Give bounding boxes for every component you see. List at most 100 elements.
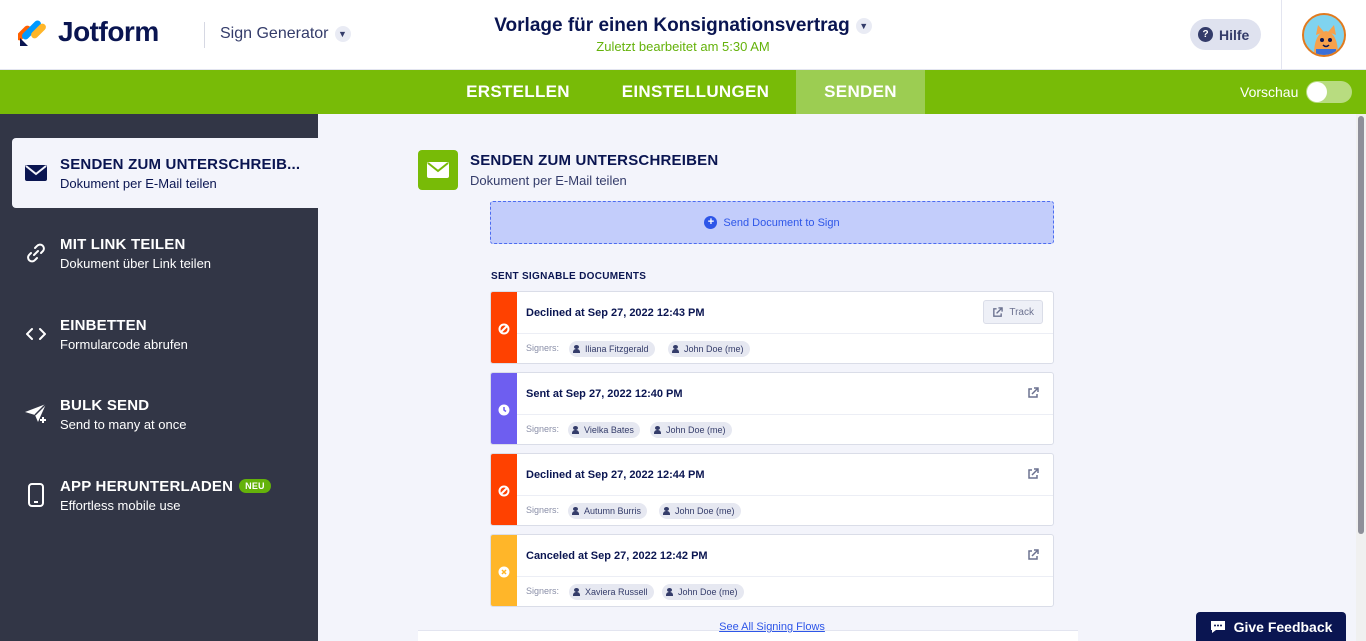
signer-name: John Doe (me)	[666, 425, 726, 435]
sidebar-item-title: EINBETTEN	[60, 316, 147, 334]
help-label: Hilfe	[1219, 26, 1250, 43]
sidebar-item-title: BULK SEND	[60, 396, 150, 414]
envelope-icon	[418, 150, 458, 190]
divider	[517, 495, 1053, 496]
external-link-icon	[993, 306, 1004, 317]
declined-icon	[498, 485, 510, 496]
sidebar-item-send-to-sign[interactable]: SENDEN ZUM UNTERSCHREIB... Dokument per …	[12, 138, 318, 208]
send-document-label: Send Document to Sign	[723, 216, 840, 229]
signers-label: Signers:	[526, 343, 560, 353]
chevron-down-icon[interactable]: ▼	[855, 17, 872, 34]
see-all-signing-flows-link[interactable]: See All Signing Flows	[490, 621, 1054, 633]
preview-toggle[interactable]	[1306, 81, 1352, 103]
tab-einstellungen[interactable]: EINSTELLUNGEN	[595, 70, 796, 114]
signers-label: Signers:	[526, 586, 560, 596]
main-content: SENDEN ZUM UNTERSCHREIBEN Dokument per E…	[318, 114, 1356, 641]
canceled-icon	[498, 566, 510, 577]
signer-chip: Autumn Burris	[568, 503, 648, 519]
track-label: Track	[1009, 306, 1034, 318]
external-link-icon[interactable]	[1027, 387, 1039, 399]
document-card: Canceled at Sep 27, 2022 12:42 PM Signer…	[490, 534, 1054, 607]
person-icon	[572, 507, 579, 515]
avatar[interactable]	[1302, 13, 1346, 57]
signers-label: Signers:	[526, 505, 560, 515]
status-strip	[491, 292, 517, 363]
question-icon: ?	[1198, 27, 1213, 42]
section-title: SENDEN ZUM UNTERSCHREIBEN	[470, 152, 719, 169]
signer-chip: Iliana Fitzgerald	[569, 341, 655, 357]
status-strip	[491, 535, 517, 606]
signer-name: Xaviera Russell	[585, 587, 648, 597]
send-document-button[interactable]: + Send Document to Sign	[490, 201, 1054, 244]
signer-name: John Doe (me)	[678, 587, 738, 597]
track-button[interactable]: Track	[983, 300, 1043, 324]
document-card: Declined at Sep 27, 2022 12:43 PM Track …	[490, 291, 1054, 364]
link-icon	[12, 243, 60, 263]
paper-plane-icon	[12, 403, 60, 425]
sidebar-item-desc: Formularcode abrufen	[60, 336, 188, 352]
tab-senden[interactable]: SENDEN	[796, 70, 925, 114]
signer-chip: John Doe (me)	[668, 341, 750, 357]
external-link-icon[interactable]	[1027, 468, 1039, 480]
page-scrollbar[interactable]	[1356, 114, 1366, 641]
help-button[interactable]: ? Hilfe	[1190, 19, 1262, 50]
sidebar-item-embed[interactable]: EINBETTEN Formularcode abrufen	[12, 299, 318, 369]
top-header: Jotform Sign Generator ▼ Vorlage für ein…	[0, 0, 1366, 70]
document-status: Sent at Sep 27, 2022 12:40 PM	[526, 388, 683, 400]
sidebar-item-desc: Send to many at once	[60, 416, 187, 432]
signer-chip: Vielka Bates	[568, 422, 640, 438]
sidebar-item-bulk-send[interactable]: BULK SEND Send to many at once	[12, 379, 318, 449]
plus-circle-icon: +	[704, 216, 718, 229]
document-card: Declined at Sep 27, 2022 12:44 PM Signer…	[490, 453, 1054, 526]
signers-label: Signers:	[526, 424, 560, 434]
sidebar-item-desc: Dokument über Link teilen	[60, 255, 212, 271]
signer-chip: John Doe (me)	[662, 584, 744, 600]
give-feedback-button[interactable]: Give Feedback	[1196, 612, 1346, 641]
sidebar-item-share-link[interactable]: MIT LINK TEILEN Dokument über Link teile…	[12, 218, 318, 288]
person-icon	[573, 588, 580, 596]
person-icon	[654, 426, 661, 434]
sent-documents-heading: SENT SIGNABLE DOCUMENTS	[491, 271, 647, 282]
sidebar-item-title: SENDEN ZUM UNTERSCHREIB...	[60, 155, 301, 173]
signer-chip: John Doe (me)	[659, 503, 741, 519]
signer-name: Iliana Fitzgerald	[585, 344, 649, 354]
publish-sidebar: SENDEN ZUM UNTERSCHREIB... Dokument per …	[0, 114, 318, 641]
scrollbar-thumb[interactable]	[1358, 116, 1364, 534]
give-feedback-label: Give Feedback	[1233, 618, 1333, 635]
sidebar-item-title: MIT LINK TEILEN	[60, 235, 186, 253]
declined-icon	[498, 323, 510, 334]
document-status: Declined at Sep 27, 2022 12:43 PM	[526, 307, 705, 319]
code-icon	[12, 327, 60, 341]
person-icon	[663, 507, 670, 515]
document-status: Declined at Sep 27, 2022 12:44 PM	[526, 469, 705, 481]
header-divider	[1281, 0, 1282, 70]
signer-chip: John Doe (me)	[650, 422, 732, 438]
person-icon	[672, 345, 679, 353]
signer-chip: Xaviera Russell	[569, 584, 654, 600]
person-icon	[572, 426, 579, 434]
tab-erstellen[interactable]: ERSTELLEN	[449, 70, 587, 114]
document-status: Canceled at Sep 27, 2022 12:42 PM	[526, 550, 708, 562]
sidebar-item-download-app[interactable]: APP HERUNTERLADEN NEU Effortless mobile u…	[12, 460, 318, 530]
document-card: Sent at Sep 27, 2022 12:40 PM Signers: V…	[490, 372, 1054, 445]
signer-name: John Doe (me)	[675, 506, 735, 516]
clock-icon	[498, 404, 510, 415]
status-strip	[491, 454, 517, 525]
signer-name: John Doe (me)	[684, 344, 744, 354]
last-edited-status: Zuletzt bearbeitet am 5:30 AM	[596, 39, 770, 54]
feedback-icon	[1210, 620, 1225, 633]
signer-name: Vielka Bates	[584, 425, 634, 435]
sidebar-item-desc: Dokument per E-Mail teilen	[60, 175, 217, 191]
document-title[interactable]: Vorlage für einen Konsignationsvertrag ▼	[0, 15, 1366, 37]
signer-name: Autumn Burris	[584, 506, 642, 516]
external-link-icon[interactable]	[1027, 549, 1039, 561]
document-title-text: Vorlage für einen Konsignationsvertrag	[494, 15, 850, 36]
section-description: Dokument per E-Mail teilen	[470, 173, 627, 188]
builder-nav-bar: ERSTELLEN EINSTELLUNGEN SENDEN Vorschau	[0, 70, 1366, 114]
divider	[517, 414, 1053, 415]
divider	[517, 576, 1053, 577]
phone-icon	[12, 483, 60, 507]
divider	[517, 333, 1053, 334]
preview-label: Vorschau	[1240, 84, 1299, 100]
sidebar-item-desc: Effortless mobile use	[60, 497, 181, 513]
